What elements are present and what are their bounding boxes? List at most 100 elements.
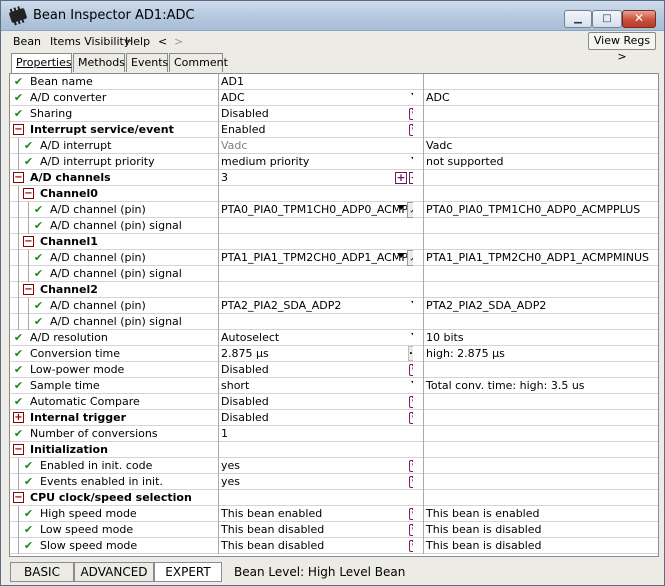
property-value-cell[interactable] — [218, 266, 413, 282]
collapse-icon[interactable]: − — [13, 124, 24, 135]
cycle-icon[interactable]: ↻ — [409, 124, 413, 136]
property-row[interactable]: ✔ A/D resolution Autoselect 10 bits — [10, 330, 658, 346]
property-value-cell[interactable]: 2.875 µs... — [218, 346, 413, 362]
collapse-icon[interactable]: − — [13, 492, 24, 503]
property-row[interactable]: ✔ A/D channel (pin) PTA2_PIA2_SDA_ADP2 PTA2… — [10, 298, 658, 314]
property-row[interactable]: ✔ Events enabled in init. yes ↻ — [10, 474, 658, 490]
property-row[interactable]: −Interrupt service/event Enabled ↻ — [10, 122, 658, 138]
minimize-button[interactable]: ▁ — [564, 10, 592, 28]
property-value-cell[interactable] — [218, 186, 413, 202]
property-row[interactable]: ✔ A/D channel (pin) PTA1_PIA1_TPM2CH0_ADP1… — [10, 250, 658, 266]
property-value-cell[interactable]: This bean enabled ↻ — [218, 506, 413, 522]
collapse-icon[interactable]: − — [13, 172, 24, 183]
property-row[interactable]: ✔ A/D interrupt priority medium priority no… — [10, 154, 658, 170]
property-value-cell[interactable]: Disabled ↻ — [218, 106, 413, 122]
ellipsis-button[interactable]: ... — [408, 346, 413, 361]
cycle-icon[interactable]: ↻ — [409, 524, 413, 536]
property-row[interactable]: ✔ A/D converter ADC ADC — [10, 90, 658, 106]
level-expert-button[interactable]: EXPERT — [154, 562, 222, 582]
close-button[interactable]: ✕ — [622, 10, 656, 28]
property-row[interactable]: − Channel1 — [10, 234, 658, 250]
property-value-cell[interactable]: yes ↻ — [218, 474, 413, 490]
dropdown-arrow-icon[interactable] — [411, 301, 413, 306]
property-row[interactable]: ✔ A/D channel (pin) signal — [10, 218, 658, 234]
property-row[interactable]: − Channel2 — [10, 282, 658, 298]
property-row[interactable]: ✔ A/D interrupt Vadc Vadc — [10, 138, 658, 154]
property-value-cell[interactable]: AD1 — [218, 74, 413, 90]
property-value-cell[interactable]: PTA2_PIA2_SDA_ADP2 — [218, 298, 413, 314]
cycle-icon[interactable]: ↻ — [409, 476, 413, 488]
cycle-icon[interactable]: ↻ — [409, 412, 413, 424]
property-value-cell[interactable]: This bean disabled ↻ — [218, 522, 413, 538]
cycle-icon[interactable]: ↻ — [409, 108, 413, 120]
property-value-cell[interactable]: Enabled ↻ — [218, 122, 413, 138]
dropdown-arrow-icon[interactable] — [411, 381, 413, 386]
property-value-cell[interactable]: 1 — [218, 426, 413, 442]
property-value-cell[interactable]: Autoselect — [218, 330, 413, 346]
cycle-icon[interactable]: ↻ — [409, 508, 413, 520]
maximize-button[interactable]: □ — [592, 10, 622, 28]
property-value-cell[interactable] — [218, 234, 413, 250]
back-button[interactable]: < — [158, 35, 167, 48]
property-value-cell[interactable]: Disabled ↻ — [218, 394, 413, 410]
property-row[interactable]: ✔ A/D channel (pin) PTA0_PIA0_TPM1CH0_ADP0… — [10, 202, 658, 218]
property-row[interactable]: ✔ A/D channel (pin) signal — [10, 314, 658, 330]
collapse-icon[interactable]: − — [23, 236, 34, 247]
property-row[interactable]: ✔ Enabled in init. code yes ↻ — [10, 458, 658, 474]
property-value-cell[interactable] — [218, 314, 413, 330]
menu-bean[interactable]: Bean — [13, 35, 41, 48]
property-row[interactable]: −A/D channels3+− — [10, 170, 658, 186]
property-value-cell[interactable]: PTA0_PIA0_TPM1CH0_ADP0_ACMPPLUS人 — [218, 202, 413, 218]
cycle-icon[interactable]: ↻ — [409, 396, 413, 408]
level-basic-button[interactable]: BASIC — [10, 562, 74, 582]
collapse-icon[interactable]: − — [13, 444, 24, 455]
property-value-cell[interactable] — [218, 218, 413, 234]
property-row[interactable]: ✔ Low-power mode Disabled ↻ — [10, 362, 658, 378]
property-value-cell[interactable]: ADC — [218, 90, 413, 106]
property-value-cell[interactable]: short — [218, 378, 413, 394]
dropdown-arrow-icon[interactable] — [411, 93, 413, 98]
property-row[interactable]: ✔Low speed modeThis bean disabled↻This b… — [10, 522, 658, 538]
pin-icon[interactable]: 人 — [407, 250, 413, 266]
property-row[interactable]: ✔ Number of conversions 1 — [10, 426, 658, 442]
property-row[interactable]: + Internal trigger Disabled ↻ — [10, 410, 658, 426]
tab-comment[interactable]: Comment — [169, 53, 228, 72]
property-value-cell[interactable]: PTA1_PIA1_TPM2CH0_ADP1_ACMPMINUS人 — [218, 250, 413, 266]
property-value-cell[interactable]: Vadc — [218, 138, 413, 154]
view-regs-button[interactable]: View Regs > — [588, 32, 656, 63]
property-value-cell[interactable] — [218, 490, 413, 506]
menu-help[interactable]: Help — [125, 35, 150, 48]
property-value-cell[interactable]: medium priority — [218, 154, 413, 170]
title-bar[interactable]: Bean Inspector AD1:ADC ▁ □ ✕ — [1, 1, 664, 31]
property-row[interactable]: ✔High speed modeThis bean enabled↻This b… — [10, 506, 658, 522]
dropdown-arrow-icon[interactable] — [397, 253, 405, 258]
expand-icon[interactable]: + — [13, 412, 24, 423]
property-value-cell[interactable]: 3 +− — [218, 170, 413, 186]
property-row[interactable]: − Channel0 — [10, 186, 658, 202]
collapse-icon[interactable]: − — [23, 188, 34, 199]
property-row[interactable]: − CPU clock/speed selection — [10, 490, 658, 506]
menu-items-visibility[interactable]: Items Visibility — [50, 35, 130, 48]
property-row[interactable]: ✔ Bean name AD1 — [10, 74, 658, 90]
cycle-icon[interactable]: ↻ — [409, 460, 413, 472]
tab-properties[interactable]: Properties — [11, 53, 72, 73]
collapse-icon[interactable]: − — [23, 284, 34, 295]
property-value-cell[interactable]: This bean disabled ↻ — [218, 538, 413, 554]
cycle-icon[interactable]: ↻ — [409, 540, 413, 552]
property-row[interactable]: − Initialization — [10, 442, 658, 458]
level-advanced-button[interactable]: ADVANCED — [74, 562, 154, 582]
property-row[interactable]: ✔ Automatic Compare Disabled ↻ — [10, 394, 658, 410]
pin-icon[interactable]: 人 — [407, 202, 413, 218]
property-row[interactable]: ✔ Sharing Disabled ↻ — [10, 106, 658, 122]
property-value-cell[interactable]: Disabled ↻ — [218, 410, 413, 426]
forward-button[interactable]: > — [174, 35, 183, 48]
property-row[interactable]: ✔ A/D channel (pin) signal — [10, 266, 658, 282]
cycle-icon[interactable]: ↻ — [409, 364, 413, 376]
dropdown-arrow-icon[interactable] — [411, 157, 413, 162]
dropdown-arrow-icon[interactable] — [411, 333, 413, 338]
property-row[interactable]: ✔Slow speed modeThis bean disabled↻This … — [10, 538, 658, 554]
property-value-cell[interactable]: yes ↻ — [218, 458, 413, 474]
tab-methods[interactable]: Methods — [73, 53, 125, 72]
tab-events[interactable]: Events — [126, 53, 168, 72]
property-value-cell[interactable]: Disabled ↻ — [218, 362, 413, 378]
